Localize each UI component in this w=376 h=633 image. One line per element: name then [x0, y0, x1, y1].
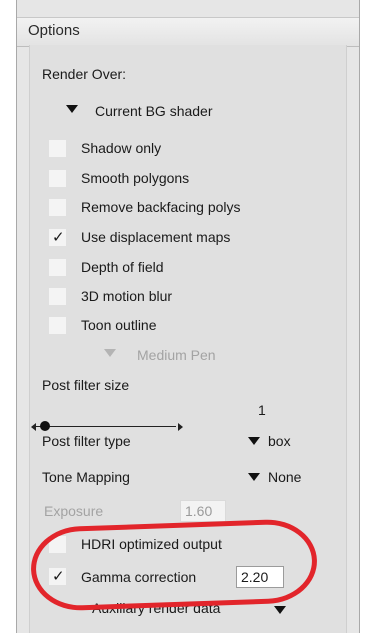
shadow-only-checkbox[interactable]: Shadow only [48, 138, 338, 160]
post-filter-size-slider[interactable] [36, 426, 176, 427]
checkbox-label: Smooth polygons [81, 170, 190, 186]
smooth-polygons-checkbox[interactable]: Smooth polygons [48, 168, 338, 190]
checkbox-box [48, 198, 67, 217]
dropdown-arrow-icon [104, 349, 116, 357]
checkbox-label: Toon outline [81, 317, 157, 333]
render-over-label: Render Over: [42, 66, 127, 82]
3d-motion-blur-checkbox[interactable]: 3D motion blur [48, 286, 338, 308]
post-filter-type-value: box [268, 433, 291, 449]
post-filter-type-dropdown[interactable]: box [246, 433, 316, 455]
depth-of-field-checkbox[interactable]: Depth of field [48, 257, 338, 279]
checkbox-box [48, 316, 67, 335]
use-displacement-maps-checkbox[interactable]: ✓ Use displacement maps [48, 227, 338, 249]
checkbox-label: Shadow only [81, 140, 162, 156]
annotation-highlight-ellipse [29, 518, 319, 612]
panel-header[interactable]: Options [17, 17, 359, 47]
slider-right-arrow-icon[interactable] [178, 423, 183, 431]
dropdown-arrow-icon [274, 606, 286, 614]
tone-mapping-dropdown[interactable]: None [246, 469, 326, 491]
checkbox-box [48, 258, 67, 277]
render-over-value: Current BG shader [95, 103, 213, 119]
slider-left-arrow-icon[interactable] [31, 423, 36, 431]
checkbox-label: Depth of field [81, 259, 164, 275]
exposure-field: 1.60 [180, 500, 226, 522]
checkbox-label: 3D motion blur [81, 288, 173, 304]
checkbox-box [48, 287, 67, 306]
checkbox-box [48, 169, 67, 188]
post-filter-size-value: 1 [258, 402, 266, 418]
dropdown-arrow-icon [66, 105, 78, 113]
slider-knob[interactable] [40, 421, 50, 431]
dropdown-arrow-icon [248, 473, 260, 481]
toon-outline-checkbox[interactable]: Toon outline [48, 315, 338, 337]
toon-outline-style-value: Medium Pen [137, 347, 216, 363]
panel-title: Options [28, 22, 80, 39]
post-filter-type-label: Post filter type [42, 433, 131, 449]
post-filter-size-label: Post filter size [42, 377, 130, 393]
checkbox-box [48, 139, 67, 158]
exposure-label: Exposure [44, 503, 104, 519]
checkmark-icon: ✓ [52, 229, 65, 246]
dropdown-arrow-icon [248, 437, 260, 445]
tone-mapping-label: Tone Mapping [42, 469, 130, 485]
checkbox-label: Use displacement maps [81, 229, 231, 245]
remove-backfacing-checkbox[interactable]: Remove backfacing polys [48, 197, 338, 219]
tone-mapping-value: None [268, 469, 302, 485]
toon-outline-style-dropdown: Medium Pen [100, 344, 280, 366]
render-over-dropdown[interactable]: Current BG shader [62, 100, 262, 122]
checkbox-box: ✓ [48, 228, 67, 247]
checkbox-label: Remove backfacing polys [81, 199, 241, 215]
